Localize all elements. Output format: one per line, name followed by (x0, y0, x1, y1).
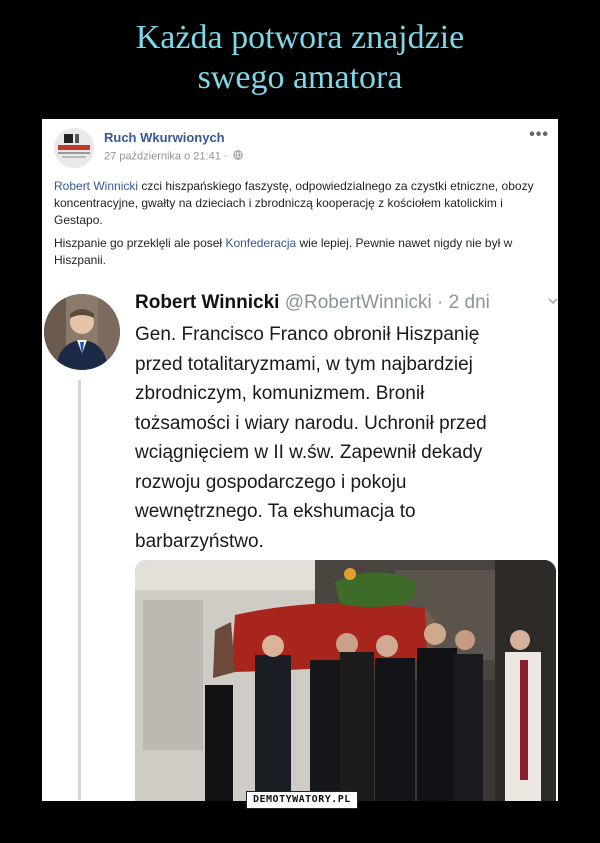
facebook-post-card: Ruch Wkurwionych 27 października o 21:41… (42, 119, 558, 801)
demotywatory-watermark: DEMOTYWATORY.PL (246, 791, 358, 809)
page-name-link[interactable]: Ruch Wkurwionych (104, 130, 225, 145)
tweet-line: rozwoju gospodarczego i pokoju (135, 471, 407, 493)
tweet-body: Gen. Francisco Franco obronił Hiszpanię … (135, 320, 545, 556)
tweet-handle-time: @RobertWinnicki · 2 dni (279, 292, 490, 313)
post-header: Ruch Wkurwionych 27 października o 21:41… (54, 126, 549, 168)
page-avatar[interactable] (54, 128, 94, 168)
meme-title: Każda potwora znajdzie swego amatora (0, 18, 600, 98)
post-paragraph-1: Robert Winnicki czci hiszpańskiego faszy… (54, 178, 546, 229)
tweet-line: wciągnięciem w II w.św. Zapewnił dekady (135, 442, 483, 463)
post-text: Robert Winnicki czci hiszpańskiego faszy… (54, 178, 546, 275)
tweet-line: tożsamości i wiary narodu. Uchronił prze… (135, 412, 487, 434)
tweet-line: wewnętrznego. Ta ekshumacja to (135, 501, 416, 522)
tweet-header: Robert Winnicki @RobertWinnicki · 2 dni (135, 292, 490, 314)
funeral-photo (135, 560, 556, 801)
robert-winnicki-link[interactable]: Robert Winnicki (54, 179, 138, 193)
globe-icon (232, 150, 243, 163)
chevron-down-icon (548, 294, 558, 308)
tweet-avatar (44, 294, 120, 370)
embedded-tweet-screenshot: Robert Winnicki @RobertWinnicki · 2 dni … (42, 292, 558, 801)
konfederacja-link[interactable]: Konfederacja (225, 236, 296, 250)
tweet-line: zbrodniczym, komunizmem. Bronił (135, 383, 425, 404)
tweet-line: przed totalitaryzmami, w tym najbardziej (135, 353, 473, 375)
tweet-author-name: Robert Winnicki (135, 292, 280, 313)
more-dots-icon[interactable]: ••• (529, 126, 549, 144)
meme-title-line-2: swego amatora (197, 59, 403, 96)
tweet-line: barbarzyństwo. (135, 530, 264, 552)
meme-title-line-1: Każda potwora znajdzie (135, 19, 465, 56)
post-date: 27 października o 21:41 · (104, 150, 243, 163)
tweet-line: Gen. Francisco Franco obronił Hiszpanię (135, 324, 480, 345)
post-paragraph-2: Hiszpanie go przeklęli ale poseł Konfede… (54, 235, 546, 269)
post-paragraph-2-start: Hiszpanie go przeklęli ale poseł (54, 236, 226, 250)
thread-line (78, 380, 81, 800)
post-date-text: 27 października o 21:41 · (104, 150, 228, 163)
